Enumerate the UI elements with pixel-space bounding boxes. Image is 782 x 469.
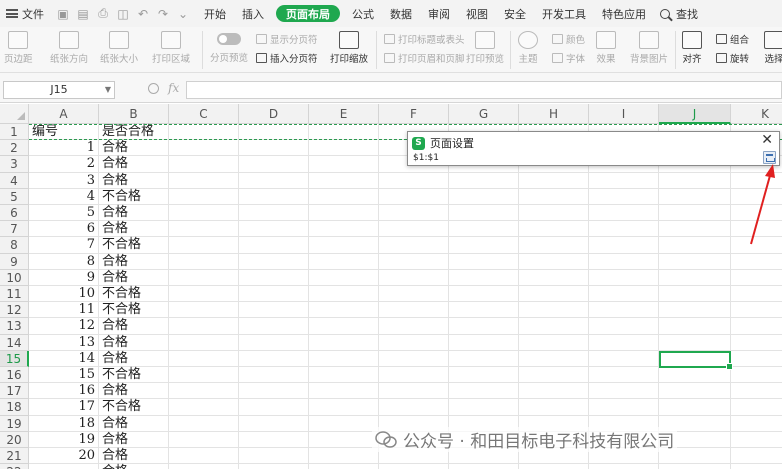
watermark-text: 公众号 · 和田目标电子科技有限公司 <box>403 432 675 452</box>
wechat-icon <box>375 430 397 448</box>
annotation-arrow <box>750 164 775 245</box>
watermark: 公众号 · 和田目标电子科技有限公司 <box>372 427 678 452</box>
arrow-line <box>750 171 772 245</box>
arrow-head <box>765 164 775 178</box>
